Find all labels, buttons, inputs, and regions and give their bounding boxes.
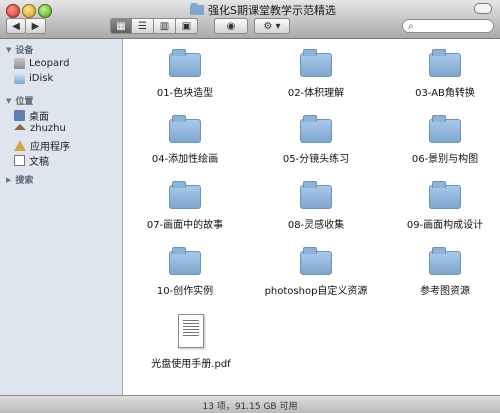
sidebar-item-label: 应用程序 <box>30 142 70 153</box>
pdf-document-icon <box>178 314 204 348</box>
file-label: 07-画面中的故事 <box>146 220 224 231</box>
list-view-icon: ☰ <box>138 20 147 32</box>
file-label: 参考图资源 <box>420 286 470 297</box>
file-label: 04-添加性绘画 <box>151 154 219 165</box>
status-text: 13 项，91.15 GB 可用 <box>202 401 298 412</box>
disclosure-triangle-icon: ▼ <box>6 45 12 54</box>
sidebar-section-devices[interactable]: ▼ 设备 <box>6 43 34 57</box>
file-label: 05-分镜头练习 <box>282 154 350 165</box>
toolbar: 强化S期课堂教学示范精选 ◀ ▶ ▦ ☰ ▥ ▣ ◉ ⚙ ▾ ⌕ <box>0 0 500 39</box>
view-mode-segment: ▦ ☰ ▥ ▣ <box>110 18 198 34</box>
sidebar-section-label: 设备 <box>15 46 34 56</box>
search-input[interactable]: ⌕ <box>402 19 494 33</box>
hard-drive-icon <box>14 58 25 69</box>
sidebar-item-desktop[interactable]: 桌面 <box>14 108 49 123</box>
sidebar-section-places[interactable]: ▼ 位置 <box>6 94 34 108</box>
folder-icon <box>429 181 461 209</box>
desktop-icon <box>14 110 25 121</box>
folder-item[interactable]: 10-创作实例 <box>125 247 245 297</box>
file-label: 光盘使用手册.pdf <box>151 359 231 370</box>
folder-item[interactable]: 08-灵感收集 <box>256 181 376 231</box>
search-icon: ⌕ <box>408 20 414 32</box>
file-label: 01-色块造型 <box>156 88 214 99</box>
folder-item[interactable]: 04-添加性绘画 <box>125 115 245 165</box>
close-button[interactable] <box>6 4 20 18</box>
coverflow-view-button[interactable]: ▣ <box>176 18 198 34</box>
sidebar-item-idisk[interactable]: iDisk <box>14 73 53 84</box>
file-label: 06-景别与构图 <box>411 154 479 165</box>
folder-icon <box>300 181 332 209</box>
file-label: 10-创作实例 <box>156 286 214 297</box>
folder-icon <box>429 247 461 275</box>
folder-icon <box>169 181 201 209</box>
folder-item[interactable]: photoshop自定义资源 <box>256 247 376 297</box>
column-view-icon: ▥ <box>159 20 170 32</box>
folder-icon <box>300 115 332 143</box>
window-title: 强化S期课堂教学示范精选 <box>190 3 336 17</box>
sidebar-section-label: 位置 <box>15 97 34 107</box>
status-bar: 13 项，91.15 GB 可用 <box>0 395 500 413</box>
back-button[interactable]: ◀ <box>6 18 26 34</box>
sidebar-item-home[interactable]: zhuzhu <box>14 123 66 134</box>
documents-icon <box>14 155 25 166</box>
sidebar-item-label: zhuzhu <box>30 123 66 134</box>
sidebar-item-label: 桌面 <box>29 112 49 123</box>
folder-icon <box>429 115 461 143</box>
list-view-button[interactable]: ☰ <box>132 18 154 34</box>
sidebar: ▼ 设备 Leopard iDisk ▼ 位置 桌面 zhuzhu 应用程序 文… <box>0 39 123 395</box>
folder-item[interactable]: 06-景别与构图 <box>385 115 500 165</box>
folder-item[interactable]: 09-画面构成设计 <box>385 181 500 231</box>
folder-icon <box>169 115 201 143</box>
window-title-text: 强化S期课堂教学示范精选 <box>208 4 336 17</box>
icon-view-button[interactable]: ▦ <box>110 18 132 34</box>
sidebar-item-label: iDisk <box>29 73 54 84</box>
folder-icon <box>300 49 332 77</box>
home-icon <box>14 123 26 130</box>
folder-icon <box>429 49 461 77</box>
toolbar-toggle-button[interactable] <box>474 3 492 14</box>
finder-window: 强化S期课堂教学示范精选 ◀ ▶ ▦ ☰ ▥ ▣ ◉ ⚙ ▾ ⌕ ▼ 设备 Le… <box>0 0 500 413</box>
minimize-button[interactable] <box>22 4 36 18</box>
idisk-icon <box>14 73 25 84</box>
file-label: 09-画面构成设计 <box>406 220 484 231</box>
sidebar-item-label: Leopard <box>29 58 70 69</box>
applications-icon <box>14 140 26 151</box>
column-view-button[interactable]: ▥ <box>154 18 176 34</box>
forward-button[interactable]: ▶ <box>26 18 46 34</box>
folder-icon <box>169 49 201 77</box>
disclosure-triangle-icon: ▶ <box>6 175 12 184</box>
forward-arrow-icon: ▶ <box>31 20 40 32</box>
file-label: photoshop自定义资源 <box>264 286 368 297</box>
folder-item[interactable]: 参考图资源 <box>385 247 500 297</box>
folder-icon <box>300 247 332 275</box>
back-arrow-icon: ◀ <box>12 20 20 32</box>
sidebar-section-search[interactable]: ▶ 搜索 <box>6 173 34 187</box>
sidebar-section-label: 搜索 <box>15 176 34 186</box>
folder-item[interactable]: 02-体积理解 <box>256 49 376 99</box>
sidebar-item-documents[interactable]: 文稿 <box>14 153 49 168</box>
folder-item[interactable]: 05-分镜头练习 <box>256 115 376 165</box>
sidebar-item-label: 文稿 <box>29 157 49 168</box>
action-button[interactable]: ⚙ ▾ <box>254 18 290 34</box>
folder-item[interactable]: 07-画面中的故事 <box>125 181 245 231</box>
coverflow-view-icon: ▣ <box>181 20 192 32</box>
pdf-item[interactable]: 光盘使用手册.pdf <box>131 314 251 370</box>
gear-icon: ⚙ ▾ <box>263 20 281 32</box>
eye-icon: ◉ <box>226 20 236 32</box>
folder-item[interactable]: 01-色块造型 <box>125 49 245 99</box>
icon-view-icon: ▦ <box>116 20 126 32</box>
file-label: 03-AB角转换 <box>415 88 475 99</box>
sidebar-item-leopard[interactable]: Leopard <box>14 58 69 69</box>
quick-look-button[interactable]: ◉ <box>214 18 248 34</box>
folder-icon <box>169 247 201 275</box>
disclosure-triangle-icon: ▼ <box>6 96 12 105</box>
sidebar-item-applications[interactable]: 应用程序 <box>14 138 70 153</box>
file-label: 08-灵感收集 <box>287 220 345 231</box>
folder-icon <box>190 3 204 15</box>
zoom-button[interactable] <box>38 4 52 18</box>
file-grid: 01-色块造型 02-体积理解 03-AB角转换 04-添加性绘画 05-分镜头… <box>123 39 500 395</box>
folder-item[interactable]: 03-AB角转换 <box>385 49 500 99</box>
file-label: 02-体积理解 <box>287 88 345 99</box>
